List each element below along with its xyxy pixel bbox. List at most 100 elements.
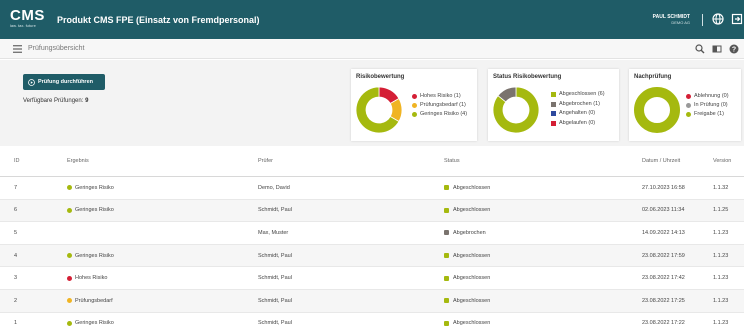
- cell-status: Abgeschlossen: [444, 207, 490, 213]
- col-header-status[interactable]: Status: [444, 158, 460, 164]
- cell-version: 1.1.23: [713, 320, 729, 327]
- card-title: Nachprüfung: [634, 74, 672, 80]
- app-title: Produkt CMS FPE (Einsatz von Fremdperson…: [57, 15, 260, 25]
- cell-version: 1.1.23: [713, 229, 729, 236]
- cell-id: 7: [14, 184, 18, 191]
- cell-status: Abgeschlossen: [444, 320, 490, 326]
- col-header-ergebnis[interactable]: Ergebnis: [67, 158, 89, 164]
- legend-item: Geringes Risiko (4): [412, 110, 467, 119]
- card-title: Status Risikobewertung: [493, 74, 562, 80]
- checks-table: ID Ergebnis Prüfer Status Datum / Uhrzei…: [0, 146, 744, 329]
- legend-item: In Prüfung (0): [686, 101, 729, 110]
- col-header-id[interactable]: ID: [14, 158, 20, 164]
- search-icon[interactable]: [695, 44, 705, 54]
- result-label: Geringes Risiko: [75, 184, 114, 191]
- status-label: Abgeschlossen: [453, 297, 491, 304]
- cell-datum: 23.08.2022 17:22: [642, 320, 685, 327]
- cell-datum: 02.06.2023 11:34: [642, 207, 685, 214]
- result-label: Prüfungsbedarf: [75, 297, 113, 304]
- legend-item: Abgeschlossen (6): [551, 90, 605, 100]
- card-title: Risikobewertung: [356, 74, 405, 80]
- status-label: Abgeschlossen: [453, 252, 491, 259]
- cell-ergebnis: Geringes Risiko: [67, 207, 114, 213]
- cell-datum: 23.08.2022 17:42: [642, 275, 685, 282]
- view-toggle-icon[interactable]: [712, 44, 722, 54]
- col-header-datum[interactable]: Datum / Uhrzeit: [642, 158, 680, 164]
- table-header: ID Ergebnis Prüfer Status Datum / Uhrzei…: [0, 146, 744, 177]
- card-risikobewertung: Risikobewertung Hohes Risiko (1) Prüfung…: [351, 69, 477, 141]
- donut-chart-status: [492, 86, 540, 134]
- cell-ergebnis: Prüfungsbedarf: [67, 298, 113, 304]
- result-label: Geringes Risiko: [75, 252, 114, 259]
- cell-id: 1: [14, 320, 18, 327]
- donut-chart-review: [634, 87, 680, 133]
- play-circle-icon: [28, 78, 35, 86]
- result-label: Hohes Risiko: [75, 275, 108, 282]
- sub-header: Prüfungsübersicht ?: [0, 39, 744, 59]
- cell-pruefer: Schmidt, Paul: [258, 207, 292, 214]
- available-label: Verfügbare Prüfungen:: [23, 98, 84, 104]
- result-dot: [67, 298, 72, 304]
- cell-ergebnis: Geringes Risiko: [67, 253, 114, 259]
- cell-version: 1.1.32: [713, 184, 729, 191]
- legend-item: Ablehnung (0): [686, 92, 729, 101]
- cell-pruefer: Schmidt, Paul: [258, 252, 292, 259]
- donut-chart-risk: [355, 86, 403, 134]
- logout-icon[interactable]: [731, 13, 743, 25]
- run-check-button[interactable]: Prüfung durchführen: [23, 74, 105, 90]
- logo-text: CMS: [10, 7, 45, 24]
- col-header-version[interactable]: Version: [713, 158, 731, 164]
- col-header-pruefer[interactable]: Prüfer: [258, 158, 273, 164]
- result-label: Geringes Risiko: [75, 207, 114, 214]
- status-label: Abgebrochen: [453, 229, 486, 236]
- cell-version: 1.1.23: [713, 297, 729, 304]
- card-status-risikobewertung: Status Risikobewertung Abgeschlossen (6)…: [488, 69, 619, 141]
- globe-icon[interactable]: [712, 13, 724, 25]
- cell-pruefer: Demo, David: [258, 184, 290, 191]
- legend-review: Ablehnung (0) In Prüfung (0) Freigabe (1…: [686, 92, 729, 119]
- cell-ergebnis: Geringes Risiko: [67, 320, 114, 326]
- table-row[interactable]: 4 Geringes Risiko Schmidt, Paul Abgeschloss…: [0, 244, 744, 268]
- legend-item: Abgebrochen (1): [551, 100, 605, 110]
- help-icon[interactable]: ?: [729, 44, 739, 54]
- table-row[interactable]: 2 Prüfungsbedarf Schmidt, Paul Abgeschlosse…: [0, 289, 744, 313]
- status-check-icon: [444, 320, 449, 326]
- available-count: 9: [85, 98, 89, 104]
- cell-pruefer: Schmidt, Paul: [258, 275, 292, 282]
- table-row[interactable]: 3 Hohes Risiko Schmidt, Paul Abgeschlossen 2…: [0, 267, 744, 290]
- table-row[interactable]: 6 Geringes Risiko Schmidt, Paul Abgeschloss…: [0, 199, 744, 223]
- legend-risk: Hohes Risiko (1) Prüfungsbedarf (1) Geri…: [412, 92, 467, 119]
- cell-ergebnis: Geringes Risiko: [67, 185, 114, 191]
- menu-icon[interactable]: [13, 45, 22, 53]
- cell-id: 3: [14, 275, 18, 282]
- available-checks: Verfügbare Prüfungen: 9: [23, 98, 88, 104]
- top-bar: CMS law. tax. future Produkt CMS FPE (Ei…: [0, 0, 744, 39]
- status-label: Abgeschlossen: [453, 275, 491, 282]
- run-check-label: Prüfung durchführen: [38, 79, 93, 85]
- cell-version: 1.1.23: [713, 275, 729, 282]
- status-check-icon: [444, 253, 449, 259]
- status-check-icon: [444, 298, 449, 304]
- cell-datum: 27.10.2023 16:58: [642, 184, 685, 191]
- status-label: Abgeschlossen: [453, 320, 491, 327]
- status-check-icon: [444, 185, 449, 191]
- dashboard-panel: Prüfung durchführen Verfügbare Prüfungen…: [0, 60, 744, 146]
- result-dot: [67, 320, 72, 326]
- cell-id: 4: [14, 252, 18, 259]
- cell-status: Abgeschlossen: [444, 253, 490, 259]
- user-company: DEMO AG: [671, 20, 690, 25]
- cell-datum: 14.09.2022 14:13: [642, 229, 685, 236]
- legend-item: Angehalten (0): [551, 109, 605, 119]
- result-label: Geringes Risiko: [75, 320, 114, 327]
- legend-item: Hohes Risiko (1): [412, 92, 467, 101]
- table-row[interactable]: 5 Max, Muster Abgebrochen 14.09.2022 14:13 1…: [0, 222, 744, 245]
- cell-ergebnis: Hohes Risiko: [67, 275, 107, 281]
- cell-pruefer: Max, Muster: [258, 229, 289, 236]
- cms-logo[interactable]: CMS law. tax. future: [10, 8, 50, 32]
- card-nachpruefung: Nachprüfung Ablehnung (0) In Prüfung (0)…: [629, 69, 741, 141]
- result-dot: [67, 253, 72, 259]
- user-info[interactable]: PAUL SCHMIDT DEMO AG: [653, 14, 690, 26]
- table-row[interactable]: 1 Geringes Risiko Schmidt, Paul Abgeschloss…: [0, 313, 744, 329]
- legend-item: Abgelaufen (0): [551, 119, 605, 129]
- table-row[interactable]: 7 Geringes Risiko Demo, David Abgeschlossen…: [0, 177, 744, 200]
